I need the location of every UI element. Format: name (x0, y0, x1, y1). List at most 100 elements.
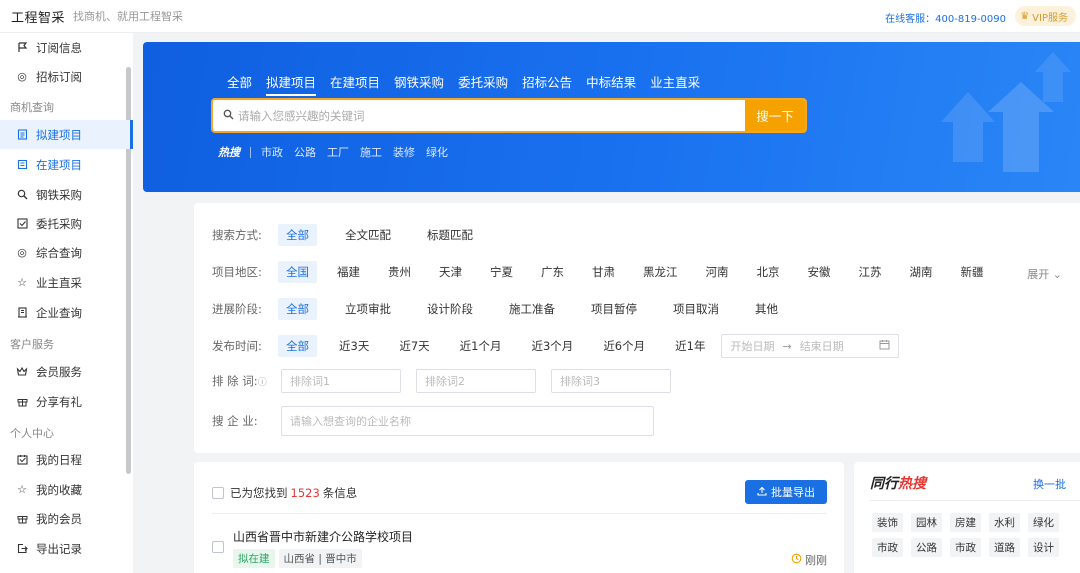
hot-tag[interactable]: 设计 (1028, 538, 1059, 557)
sidebar-item-my-membership[interactable]: 我的会员 (0, 504, 126, 533)
hot-keyword[interactable]: 装修 (393, 144, 415, 160)
filter-option[interactable]: 项目暂停 (583, 298, 645, 320)
hot-tag[interactable]: 园林 (911, 513, 942, 532)
hot-keyword[interactable]: 绿化 (426, 144, 448, 160)
vip-label: VIP服务 (1032, 12, 1068, 24)
filter-option[interactable]: 近1个月 (452, 335, 510, 357)
filter-option[interactable]: 全部 (278, 224, 317, 246)
status-badge: 拟在建 (233, 549, 275, 568)
export-label: 批量导出 (771, 486, 815, 499)
filter-option[interactable]: 近6个月 (595, 335, 653, 357)
sidebar-item-planned-projects[interactable]: 拟建项目 (0, 120, 133, 149)
tab-planned-projects[interactable]: 拟建项目 (266, 72, 317, 96)
sidebar-item-export-records[interactable]: 导出记录 (0, 534, 126, 563)
sidebar-item-member-service[interactable]: 会员服务 (0, 357, 126, 386)
hot-tag[interactable]: 公路 (911, 538, 942, 557)
tab-tender-notices[interactable]: 招标公告 (522, 72, 572, 96)
filter-option[interactable]: 近7天 (391, 335, 437, 357)
select-all-checkbox[interactable] (212, 487, 224, 499)
filter-option[interactable]: 全部 (278, 298, 317, 320)
sidebar-item-my-favorites[interactable]: ☆ 我的收藏 (0, 475, 126, 504)
filter-option[interactable]: 近3天 (331, 335, 377, 357)
hot-keyword[interactable]: 公路 (294, 144, 316, 160)
tab-steel-procurement[interactable]: 钢铁采购 (394, 72, 444, 96)
app-logo[interactable]: 工程智采 (11, 7, 65, 26)
sidebar-item-bid-subscription[interactable]: ◎ 招标订阅 (0, 62, 126, 91)
filter-option[interactable]: 全部 (278, 335, 317, 357)
tab-award-results[interactable]: 中标结果 (586, 72, 636, 96)
filter-option[interactable]: 湖南 (902, 261, 941, 283)
panel-title: 同行热搜 (870, 473, 926, 493)
search-button[interactable]: 搜一下 (745, 100, 805, 131)
date-range-picker[interactable]: 开始日期 → 结束日期 (721, 334, 900, 358)
sidebar-item-entrusted-procurement[interactable]: 委托采购 (0, 209, 126, 238)
filter-option[interactable]: 北京 (749, 261, 788, 283)
filter-option[interactable]: 新疆 (953, 261, 992, 283)
vip-button[interactable]: ♛ VIP服务 (1015, 6, 1076, 26)
refresh-button[interactable]: 换一批 (1033, 476, 1066, 492)
hotline-text[interactable]: 在线客服：400-819-0090 (885, 10, 1006, 25)
filter-option[interactable]: 江苏 (851, 261, 890, 283)
filter-panel: 搜索方式: 全部 全文匹配 标题匹配 项目地区: 全国 福建 贵州 天津 宁夏 … (194, 203, 1080, 453)
expand-button[interactable]: 展开 ⌄ (1027, 266, 1062, 282)
batch-export-button[interactable]: 批量导出 (745, 480, 827, 504)
decorative-arrows (941, 52, 1071, 172)
filter-option[interactable]: 广东 (533, 261, 572, 283)
filter-option[interactable]: 设计阶段 (419, 298, 481, 320)
sidebar-item-owner-direct[interactable]: ☆ 业主直采 (0, 268, 126, 297)
project-title[interactable]: 山西省晋中市新建介公路学校项目 (233, 528, 413, 545)
hot-tag[interactable]: 绿化 (1028, 513, 1059, 532)
sidebar-item-company-query[interactable]: 企业查询 (0, 298, 126, 327)
row-checkbox[interactable] (212, 541, 224, 553)
hot-tag[interactable]: 道路 (989, 538, 1020, 557)
start-date-field[interactable]: 开始日期 (730, 338, 774, 354)
filter-option[interactable]: 福建 (329, 261, 368, 283)
search-input[interactable] (238, 108, 738, 123)
filter-option[interactable]: 河南 (698, 261, 737, 283)
filter-option[interactable]: 近1年 (667, 335, 713, 357)
hot-keyword[interactable]: 市政 (261, 144, 283, 160)
building-icon (16, 159, 28, 171)
tab-all[interactable]: 全部 (227, 72, 252, 96)
filter-option[interactable]: 甘肃 (584, 261, 623, 283)
sidebar-item-subscription-info[interactable]: 订阅信息 (0, 33, 126, 62)
filter-option[interactable]: 其他 (747, 298, 786, 320)
hot-tag[interactable]: 市政 (950, 538, 981, 557)
filter-option[interactable]: 施工准备 (501, 298, 563, 320)
filter-stage: 进展阶段: 全部 立项审批 设计阶段 施工准备 项目暂停 项目取消 其他 (212, 298, 806, 320)
exclude-word-1-input[interactable]: 排除词1 (281, 369, 401, 393)
filter-label: 排 除 词:ⓘ (212, 373, 281, 389)
sidebar-item-ongoing-projects[interactable]: 在建项目 (0, 150, 126, 179)
sidebar-item-steel-procurement[interactable]: 钢铁采购 (0, 180, 126, 209)
sidebar-item-my-schedule[interactable]: 我的日程 (0, 445, 126, 474)
filter-option[interactable]: 黑龙江 (635, 261, 686, 283)
filter-option[interactable]: 安徽 (800, 261, 839, 283)
filter-search-mode: 搜索方式: 全部 全文匹配 标题匹配 (212, 224, 501, 246)
filter-option[interactable]: 近3个月 (523, 335, 581, 357)
sidebar-item-share-gift[interactable]: 分享有礼 (0, 387, 126, 416)
exclude-word-3-input[interactable]: 排除词3 (551, 369, 671, 393)
exclude-word-2-input[interactable]: 排除词2 (416, 369, 536, 393)
filter-option[interactable]: 全国 (278, 261, 317, 283)
star-icon: ☆ (17, 483, 27, 496)
filter-option[interactable]: 天津 (431, 261, 470, 283)
filter-option[interactable]: 立项审批 (337, 298, 399, 320)
sidebar-item-comprehensive-query[interactable]: ◎ 综合查询 (0, 238, 126, 267)
filter-option[interactable]: 项目取消 (665, 298, 727, 320)
hot-tag[interactable]: 房建 (950, 513, 981, 532)
hot-tag[interactable]: 市政 (872, 538, 903, 557)
tab-entrusted-procurement[interactable]: 委托采购 (458, 72, 508, 96)
hot-tag[interactable]: 装饰 (872, 513, 903, 532)
tab-owner-direct[interactable]: 业主直采 (650, 72, 700, 96)
filter-option[interactable]: 贵州 (380, 261, 419, 283)
hot-keyword[interactable]: 施工 (360, 144, 382, 160)
hot-keyword[interactable]: 工厂 (327, 144, 349, 160)
filter-option[interactable]: 全文匹配 (337, 224, 399, 246)
tab-ongoing-projects[interactable]: 在建项目 (330, 72, 380, 96)
sidebar-item-label: 订阅信息 (36, 40, 82, 55)
filter-option[interactable]: 标题匹配 (419, 224, 481, 246)
end-date-field[interactable]: 结束日期 (800, 338, 844, 354)
filter-option[interactable]: 宁夏 (482, 261, 521, 283)
company-search-input[interactable]: 请输入想查询的企业名称 (281, 406, 654, 436)
hot-tag[interactable]: 水利 (989, 513, 1020, 532)
